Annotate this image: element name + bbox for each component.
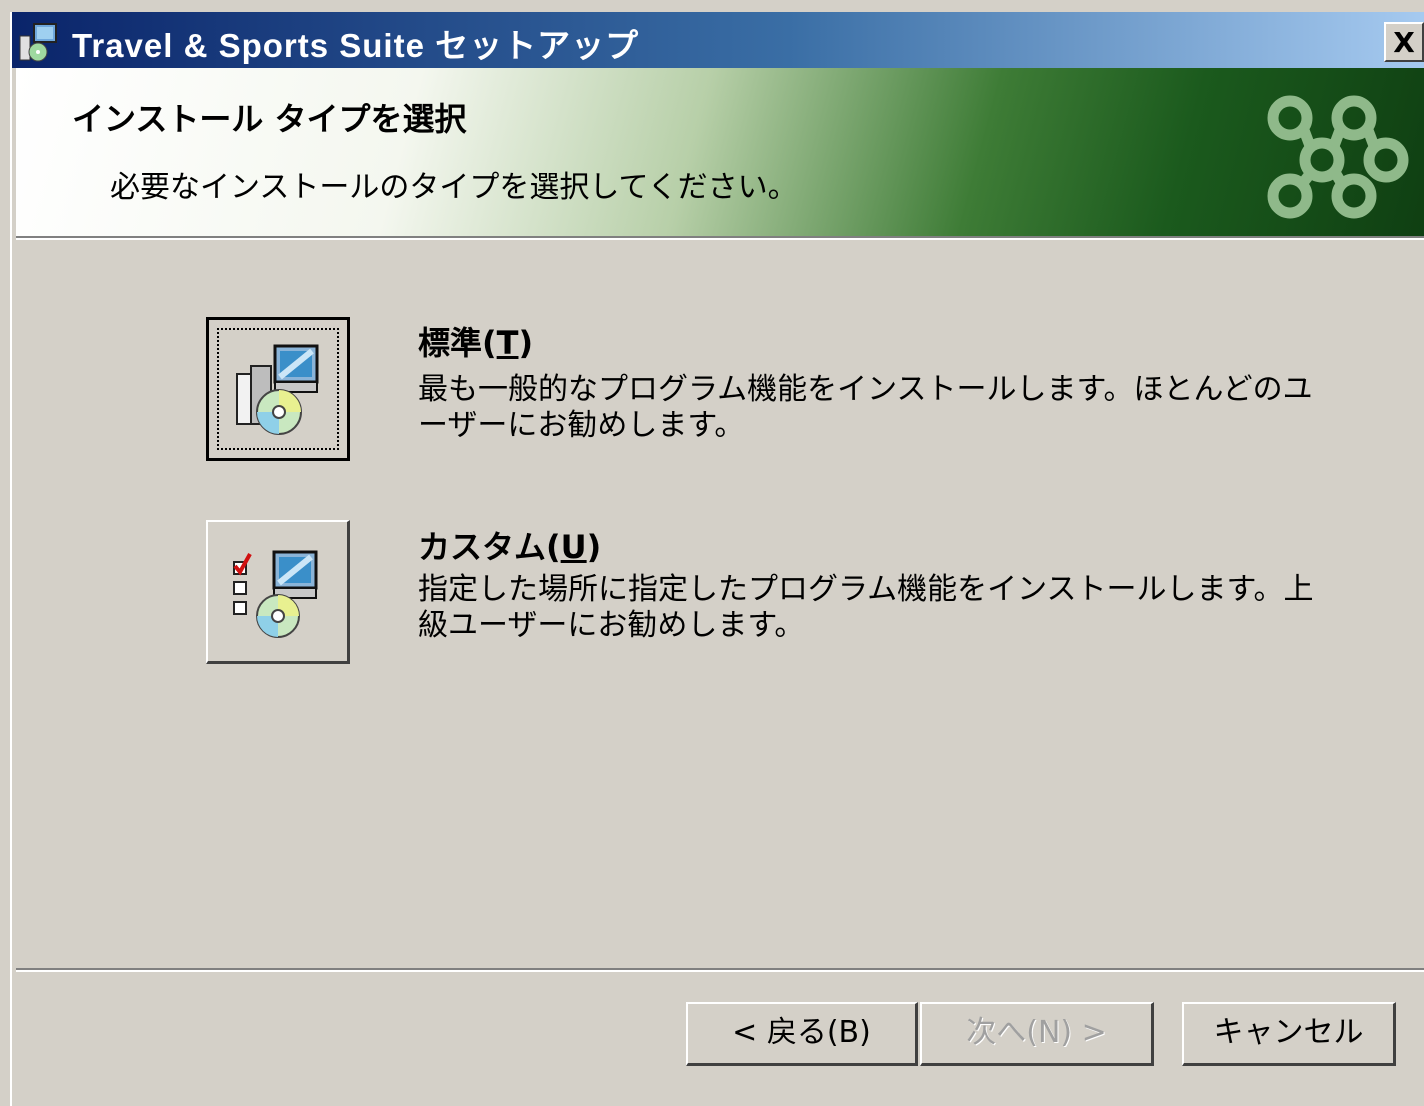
back-button[interactable]: < 戻る(B) (686, 1002, 918, 1066)
banner-subtitle: 必要なインストールのタイプを選択してください。 (110, 170, 798, 205)
title-bar[interactable]: Travel & Sports Suite セットアップ X (12, 12, 1424, 68)
brand-logo-icon (1267, 95, 1409, 219)
typical-option-description: 最も一般的なプログラム機能をインストールします。ほとんどのユーザーにお勧めします… (418, 372, 1313, 443)
typical-install-button[interactable] (206, 317, 350, 461)
footer-separator (16, 968, 1424, 972)
header-banner: インストール タイプを選択 必要なインストールのタイプを選択してください。 (16, 68, 1424, 236)
next-button[interactable]: 次へ(N) > (920, 1002, 1154, 1066)
custom-option-title: カスタム(U) (418, 528, 602, 566)
custom-install-icon (233, 550, 318, 638)
custom-install-button[interactable] (206, 520, 350, 664)
typical-install-icon (236, 344, 319, 435)
window-title: Travel & Sports Suite セットアップ (72, 27, 640, 64)
header-separator (16, 236, 1424, 240)
cancel-button[interactable]: キャンセル (1182, 1002, 1396, 1066)
close-button[interactable]: X (1384, 22, 1424, 62)
banner-title: インストール タイプを選択 (72, 100, 467, 138)
typical-option-title: 標準(T) (418, 324, 534, 362)
installer-icon (19, 23, 57, 62)
custom-option-description: 指定した場所に指定したプログラム機能をインストールします。上級ユーザーにお勧めし… (418, 572, 1314, 643)
